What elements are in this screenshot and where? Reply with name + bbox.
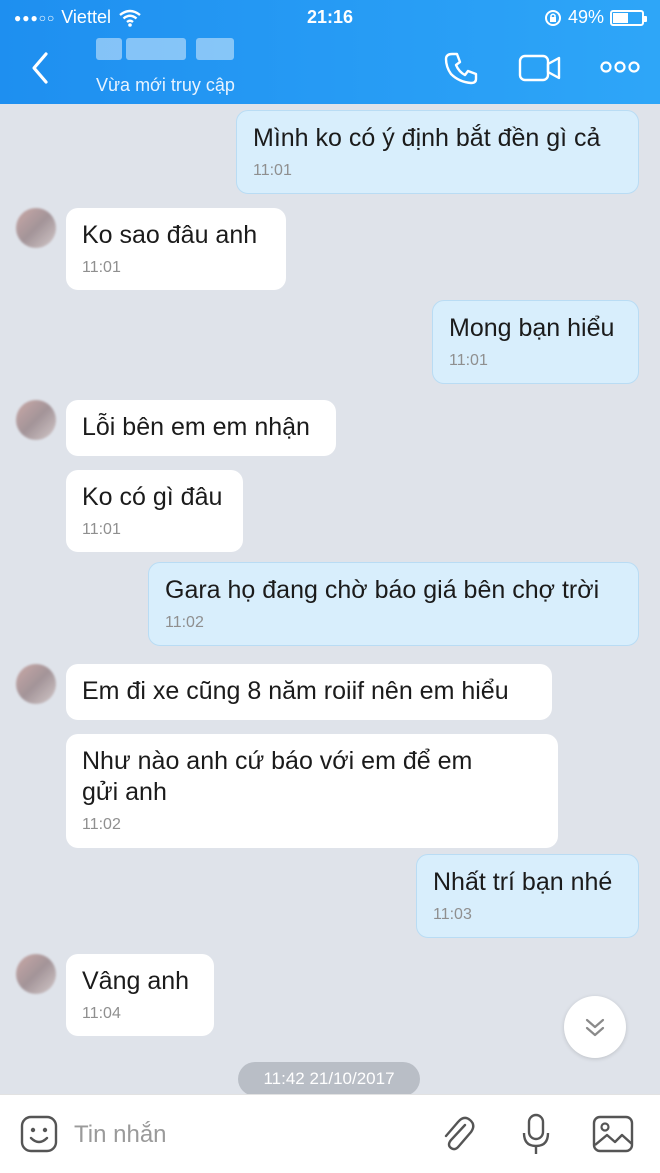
date-separator: 11:42 21/10/2017 xyxy=(238,1062,420,1096)
message-time: 11:02 xyxy=(165,614,204,631)
contact-avatar[interactable] xyxy=(16,400,56,440)
scroll-to-bottom-button[interactable] xyxy=(564,996,626,1058)
more-icon[interactable] xyxy=(600,60,640,74)
attachment-icon[interactable] xyxy=(440,1113,476,1155)
battery-percentage: 49% xyxy=(567,7,604,27)
battery-level xyxy=(613,12,628,23)
battery-info: 49% xyxy=(544,7,647,28)
message-text: Mong bạn hiểu xyxy=(449,314,615,342)
message-text: Ko có gì đâu xyxy=(82,483,223,511)
message-bubble-incoming[interactable]: Ko sao đâu anh 11:01 xyxy=(66,208,286,290)
message-time: 11:01 xyxy=(449,352,488,369)
phone-icon[interactable] xyxy=(443,50,479,86)
contact-status: Vừa mới truy cập xyxy=(96,75,235,95)
contact-avatar[interactable] xyxy=(16,208,56,248)
chat-header: ●●●○○ Viettel 21:16 49% Vừa mới truy cập xyxy=(0,0,660,104)
message-time: 11:01 xyxy=(82,259,121,276)
message-bubble-incoming[interactable]: Vâng anh 11:04 xyxy=(66,954,214,1036)
contact-name-blurred[interactable] xyxy=(96,38,246,64)
video-call-icon[interactable] xyxy=(518,52,562,84)
message-text: Ko sao đâu anh xyxy=(82,221,258,249)
message-text: Vâng anh xyxy=(82,967,190,995)
message-input[interactable] xyxy=(74,1115,374,1155)
status-bar: ●●●○○ Viettel 21:16 49% xyxy=(0,0,660,36)
message-bubble-outgoing[interactable]: Gara họ đang chờ báo giá bên chợ trời 11… xyxy=(148,562,639,646)
back-icon[interactable] xyxy=(26,50,56,86)
message-bubble-incoming[interactable]: Như nào anh cứ báo với em để em gửi anh … xyxy=(66,734,558,848)
message-time: 11:02 xyxy=(82,816,121,833)
message-text: Gara họ đang chờ báo giá bên chợ trời xyxy=(165,576,600,604)
image-icon[interactable] xyxy=(592,1115,634,1153)
message-input-bar xyxy=(0,1094,660,1173)
chat-messages[interactable]: Mình ko có ý định bắt đền gì cả 11:01 Ko… xyxy=(0,104,660,1096)
message-text: Lỗi bên em em nhận xyxy=(82,413,310,441)
battery-icon xyxy=(610,9,647,26)
microphone-icon[interactable] xyxy=(520,1113,552,1157)
rotation-lock-icon xyxy=(544,9,561,26)
message-time: 11:04 xyxy=(82,1005,121,1022)
message-time: 11:03 xyxy=(433,906,472,923)
nav-bar: Vừa mới truy cập xyxy=(0,36,660,104)
message-text: Như nào anh cứ báo với em để em gửi anh xyxy=(82,747,473,806)
message-bubble-outgoing[interactable]: Nhất trí bạn nhé 11:03 xyxy=(416,854,639,938)
double-chevron-down-icon xyxy=(585,1018,605,1037)
message-bubble-outgoing[interactable]: Mong bạn hiểu 11:01 xyxy=(432,300,639,384)
message-bubble-incoming[interactable]: Em đi xe cũng 8 năm roiif nên em hiểu xyxy=(66,664,552,720)
sticker-icon[interactable] xyxy=(20,1115,58,1153)
contact-avatar[interactable] xyxy=(16,954,56,994)
message-text: Nhất trí bạn nhé xyxy=(433,868,613,896)
message-bubble-incoming[interactable]: Ko có gì đâu 11:01 xyxy=(66,470,243,552)
contact-avatar[interactable] xyxy=(16,664,56,704)
message-text: Mình ko có ý định bắt đền gì cả xyxy=(253,124,601,152)
message-bubble-incoming[interactable]: Lỗi bên em em nhận xyxy=(66,400,336,456)
message-time: 11:01 xyxy=(253,162,292,179)
message-bubble-outgoing[interactable]: Mình ko có ý định bắt đền gì cả 11:01 xyxy=(236,110,639,194)
message-time: 11:01 xyxy=(82,521,121,538)
message-text: Em đi xe cũng 8 năm roiif nên em hiểu xyxy=(82,677,509,705)
